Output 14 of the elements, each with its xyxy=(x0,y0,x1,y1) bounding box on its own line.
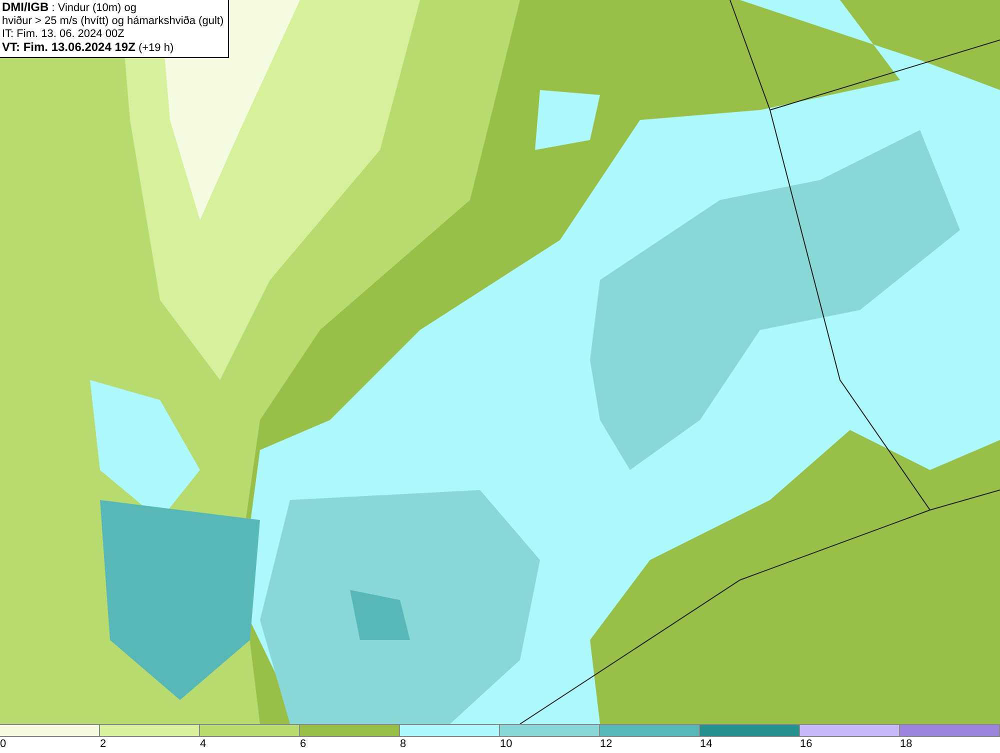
legend-label: 16 xyxy=(800,737,812,752)
map-title-line: IT: Fim. 13. 06. 2024 00Z xyxy=(2,28,126,41)
legend-label: 8 xyxy=(400,737,406,752)
map-title-line: VT: Fim. 13.06.2024 19Z (+19 h) xyxy=(2,41,175,55)
legend-label: 10 xyxy=(500,737,512,752)
legend-label: 2 xyxy=(100,737,106,752)
map-title-line: DMI/IGB : Vindur (10m) og xyxy=(2,1,138,15)
legend-label: 12 xyxy=(600,737,612,752)
legend-label: 6 xyxy=(300,737,306,752)
legend-label: 18 xyxy=(900,737,912,752)
legend-label: 0 xyxy=(0,737,6,752)
map-title-line: hviður > 25 m/s (hvítt) og hámarkshviða (gult) xyxy=(2,15,224,28)
legend-label: 14 xyxy=(700,737,712,752)
legend-label: 4 xyxy=(200,737,206,752)
